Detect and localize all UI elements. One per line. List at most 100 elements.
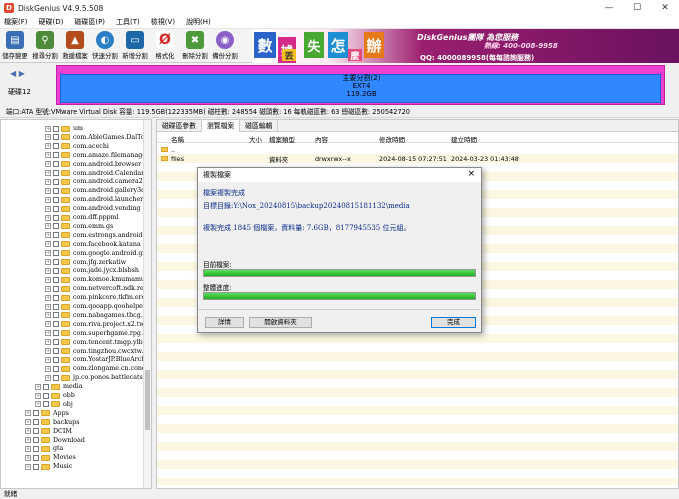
- expand-icon[interactable]: +: [45, 214, 51, 221]
- col-modified[interactable]: 修改時間: [379, 134, 405, 144]
- tree-item[interactable]: + com.AbleGames.DalToKi: [45, 133, 151, 142]
- tree-checkbox[interactable]: [53, 356, 59, 363]
- tree-checkbox[interactable]: [53, 250, 59, 257]
- expand-icon[interactable]: +: [25, 410, 31, 417]
- maximize-button[interactable]: ☐: [623, 0, 651, 16]
- expand-icon[interactable]: +: [25, 437, 31, 443]
- tree-item[interactable]: + com.zlongame.cn.condle: [45, 364, 151, 373]
- tree-item[interactable]: + obb: [35, 391, 75, 400]
- tree-item[interactable]: + backups: [25, 418, 79, 427]
- tree-item[interactable]: + com.amaze.filemanager: [45, 151, 149, 160]
- tree-item[interactable]: + Download: [25, 436, 85, 445]
- tree-item[interactable]: + com.jfg.zerkatiw: [45, 258, 126, 267]
- tree-item[interactable]: + Music: [25, 462, 72, 471]
- quick-partition-button[interactable]: ◐ 快速分割: [90, 29, 120, 62]
- tree-item[interactable]: + com.tencent.tmgp.ylb01: [45, 338, 151, 347]
- tree-item[interactable]: + com.android.browser: [45, 160, 141, 169]
- tree-checkbox[interactable]: [53, 321, 59, 328]
- details-button[interactable]: 詳情: [205, 317, 244, 328]
- expand-icon[interactable]: +: [25, 463, 31, 470]
- expand-icon[interactable]: +: [45, 356, 51, 363]
- expand-icon[interactable]: +: [45, 276, 51, 283]
- recover-files-button[interactable]: ▲ 救援檔案: [60, 29, 90, 62]
- tree-checkbox[interactable]: [53, 374, 59, 381]
- table-row[interactable]: ..: [157, 145, 678, 154]
- tree-item[interactable]: + com.jade.jycx.blsbsh: [45, 266, 139, 275]
- tree-checkbox[interactable]: [53, 267, 59, 274]
- expand-icon[interactable]: +: [45, 250, 51, 257]
- tree-item[interactable]: + com.qooapp.qoohelper: [45, 302, 146, 311]
- expand-icon[interactable]: +: [25, 445, 31, 452]
- expand-icon[interactable]: +: [45, 134, 51, 141]
- expand-icon[interactable]: +: [35, 401, 41, 408]
- tree-item[interactable]: + com.komoe.kmumamusumegp: [45, 275, 151, 284]
- tree-item[interactable]: + com.netvercoft.ndk.recode: [45, 284, 151, 293]
- tree-checkbox[interactable]: [43, 401, 49, 408]
- tree-checkbox[interactable]: [53, 348, 59, 354]
- menu-tools[interactable]: 工具(T): [116, 17, 140, 27]
- expand-icon[interactable]: +: [45, 330, 51, 337]
- expand-icon[interactable]: +: [45, 267, 51, 274]
- tree-item[interactable]: + com.google.android.gms: [45, 249, 151, 258]
- tree-item[interactable]: + com.nabagames.tbcg.gp.tw: [45, 311, 151, 320]
- tree-checkbox[interactable]: [43, 392, 49, 399]
- tree-item[interactable]: + com.YostarJP.BlueArchive: [45, 355, 151, 364]
- format-button[interactable]: Ø 格式化: [150, 29, 180, 62]
- tree-checkbox[interactable]: [33, 410, 39, 417]
- tree-checkbox[interactable]: [53, 259, 59, 265]
- expand-icon[interactable]: +: [45, 232, 51, 239]
- open-folder-button[interactable]: 開啟資料夾: [249, 317, 312, 328]
- expand-icon[interactable]: +: [45, 365, 51, 372]
- tree-item[interactable]: + Apps: [25, 409, 69, 418]
- tree-item[interactable]: + obj: [35, 400, 73, 409]
- col-created[interactable]: 建立時間: [451, 134, 477, 144]
- tree-checkbox[interactable]: [43, 383, 49, 390]
- disk-nav-arrows-icon[interactable]: ◀ ▶: [10, 69, 25, 78]
- expand-icon[interactable]: +: [45, 303, 51, 310]
- tree-item[interactable]: + jp.co.ponos.battlecatstw: [45, 373, 151, 382]
- expand-icon[interactable]: +: [45, 374, 51, 381]
- tree-item[interactable]: + com.estrongs.android.pop: [45, 231, 151, 240]
- expand-icon[interactable]: +: [45, 125, 51, 132]
- delete-partition-button[interactable]: ✖ 刪除分割: [180, 29, 210, 62]
- tree-item[interactable]: + com.tingzhou.cwcxtw.qoooapp: [45, 347, 151, 356]
- tree-checkbox[interactable]: [53, 143, 59, 150]
- tree-item[interactable]: + um: [45, 124, 83, 133]
- tree-item[interactable]: + com.dff.pppml: [45, 213, 119, 222]
- save-changes-button[interactable]: ▤ 儲存變更: [0, 29, 30, 62]
- menu-disk[interactable]: 硬碟(D): [39, 17, 64, 27]
- expand-icon[interactable]: +: [45, 143, 51, 150]
- tab-browse-files[interactable]: 瀏覽檔案: [201, 120, 241, 132]
- tree-checkbox[interactable]: [53, 170, 59, 176]
- tree-checkbox[interactable]: [53, 125, 59, 132]
- expand-icon[interactable]: +: [45, 312, 51, 319]
- expand-icon[interactable]: +: [45, 170, 51, 176]
- expand-icon[interactable]: +: [35, 383, 41, 390]
- tree-item[interactable]: + com.android.vending: [45, 204, 140, 213]
- expand-icon[interactable]: +: [45, 259, 51, 265]
- expand-icon[interactable]: +: [45, 178, 51, 185]
- tree-checkbox[interactable]: [53, 303, 59, 310]
- tree-checkbox[interactable]: [53, 365, 59, 372]
- menu-help[interactable]: 說明(H): [186, 17, 211, 27]
- menu-partition[interactable]: 磁碟區(P): [74, 17, 105, 27]
- menu-view[interactable]: 檢視(V): [151, 17, 175, 27]
- close-window-button[interactable]: ✕: [651, 0, 679, 16]
- tree-checkbox[interactable]: [53, 285, 59, 292]
- expand-icon[interactable]: +: [45, 223, 51, 230]
- tree-item[interactable]: + com.emm.gs: [45, 222, 113, 231]
- tab-sector-editor[interactable]: 磁區編輯: [240, 120, 279, 132]
- tree-item[interactable]: + Movies: [25, 453, 76, 462]
- tree-item[interactable]: + com.riva.project.x2.tw.google: [45, 320, 151, 329]
- backup-partition-button[interactable]: ◉ 備份分割: [210, 29, 240, 62]
- expand-icon[interactable]: +: [45, 348, 51, 354]
- tree-checkbox[interactable]: [33, 463, 39, 470]
- tree-checkbox[interactable]: [53, 214, 59, 221]
- expand-icon[interactable]: +: [45, 241, 51, 248]
- tree-checkbox[interactable]: [33, 419, 39, 426]
- tree-checkbox[interactable]: [53, 294, 59, 301]
- expand-icon[interactable]: +: [25, 428, 31, 435]
- tree-checkbox[interactable]: [53, 330, 59, 337]
- tree-checkbox[interactable]: [53, 232, 59, 239]
- menu-file[interactable]: 檔案(F): [4, 17, 28, 27]
